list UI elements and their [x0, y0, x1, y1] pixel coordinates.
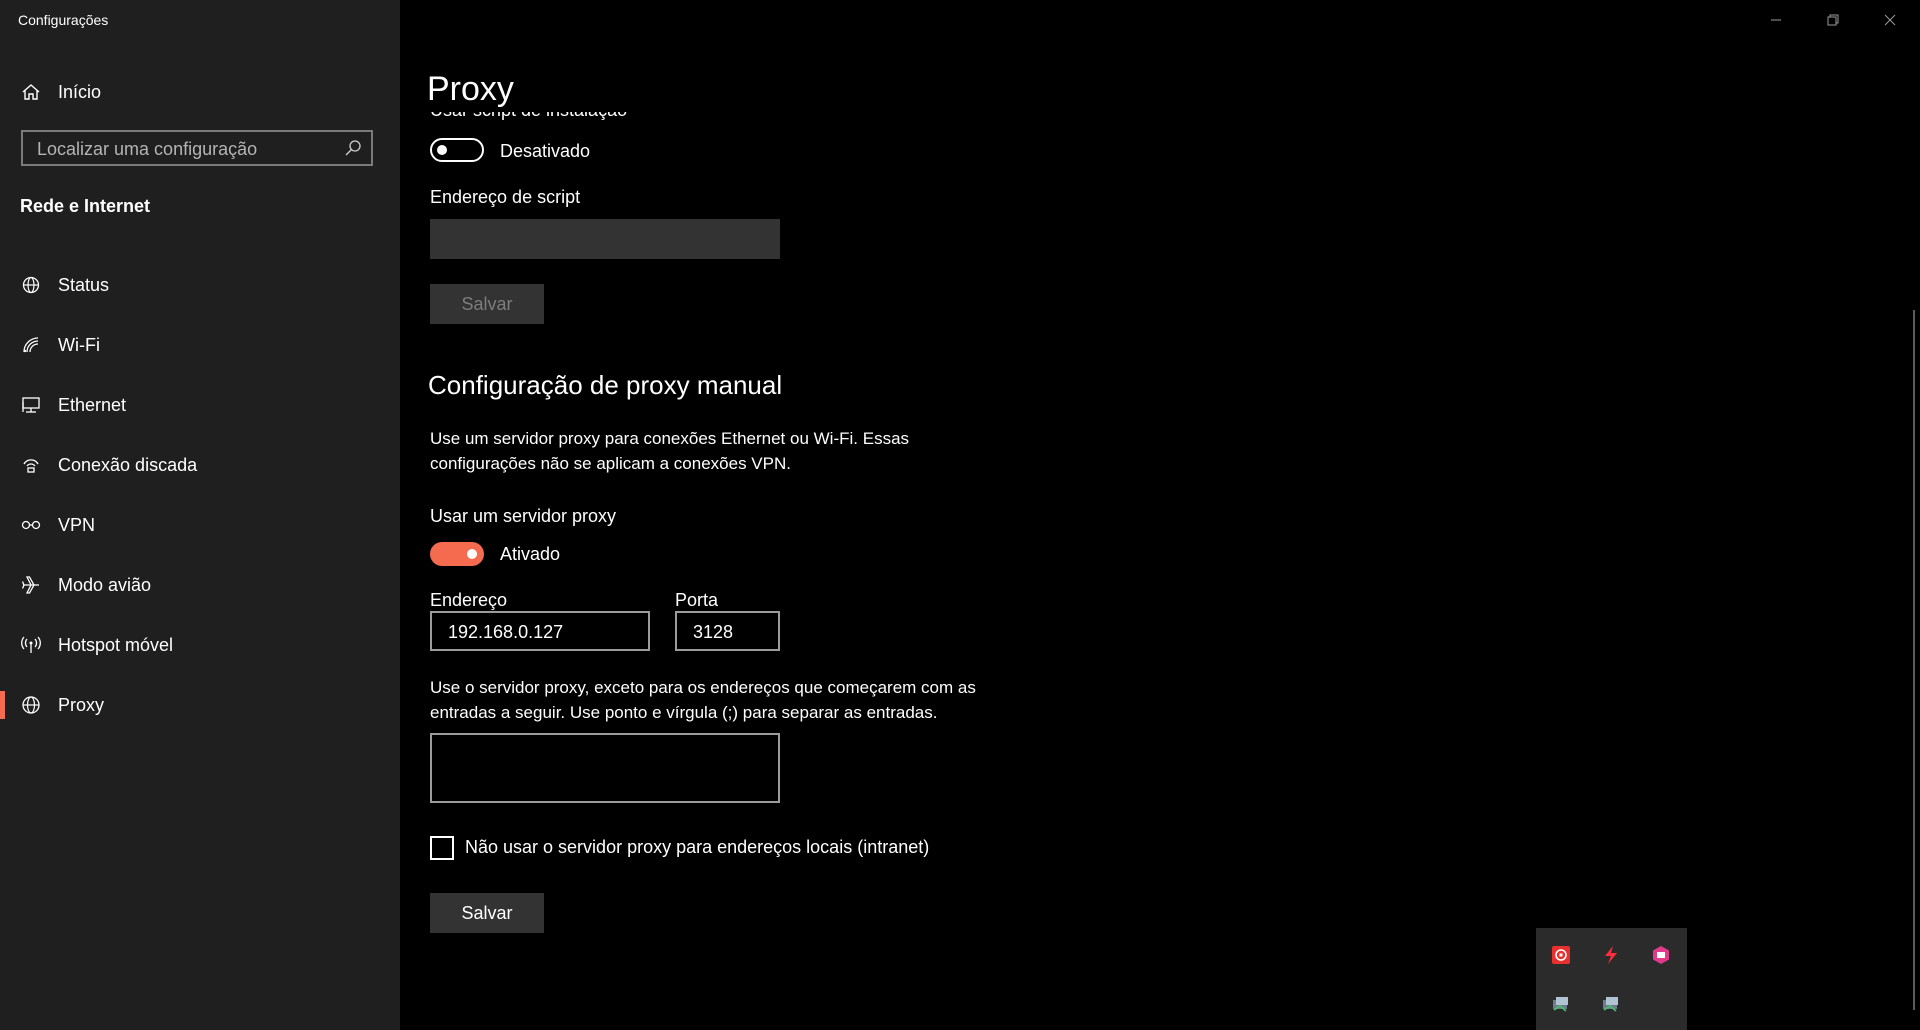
search-input[interactable]: [35, 132, 339, 166]
script-setup-label-text: Usar script de instalação: [430, 112, 627, 121]
page-title: Proxy: [427, 70, 514, 108]
manual-save-button[interactable]: Salvar: [430, 893, 544, 933]
use-proxy-label: Usar um servidor proxy: [430, 506, 617, 526]
local-addresses-label: Não usar o servidor proxy para endereços…: [465, 837, 930, 857]
network-app-icon-2[interactable]: [1599, 992, 1623, 1016]
proxy-port-label: Porta: [675, 590, 719, 610]
sidebar-item-airplane[interactable]: Modo avião: [0, 560, 400, 610]
sidebar-item-dialup[interactable]: Conexão discada: [0, 440, 400, 490]
close-icon: [1884, 14, 1896, 26]
section-title: Rede e Internet: [20, 196, 151, 216]
sidebar-item-status[interactable]: Status: [0, 260, 400, 310]
minimize-icon: [1771, 19, 1781, 21]
wifi-icon: [20, 334, 42, 356]
minimize-button[interactable]: [1748, 0, 1804, 40]
home-icon: [20, 81, 42, 103]
globe-icon: [20, 694, 42, 716]
vpn-icon: [20, 514, 42, 536]
sidebar-item-label: Ethernet: [58, 394, 127, 415]
sidebar-item-vpn[interactable]: VPN: [0, 500, 400, 550]
script-toggle-state: Desativado: [500, 141, 591, 161]
app-title: Configurações: [18, 12, 109, 28]
sidebar-item-label: Conexão discada: [58, 454, 198, 475]
script-address-field[interactable]: [430, 219, 780, 259]
script-save-button[interactable]: Salvar: [430, 284, 544, 324]
proxy-address-box[interactable]: [430, 611, 650, 651]
exceptions-description: Use o servidor proxy, exceto para os end…: [430, 678, 976, 722]
proxy-address-input[interactable]: [446, 613, 646, 651]
toggle-knob: [467, 549, 477, 559]
globe-status-icon: [20, 274, 42, 296]
exceptions-textarea[interactable]: [430, 733, 780, 803]
toggle-knob: [437, 145, 447, 155]
dialup-icon: [20, 454, 42, 476]
proxy-port-box[interactable]: [675, 611, 780, 651]
local-addresses-checkbox[interactable]: [430, 836, 454, 860]
sidebar-item-label: Wi-Fi: [58, 334, 100, 355]
airplane-icon: [20, 574, 42, 596]
sidebar-item-label: Status: [58, 274, 110, 295]
red-app-icon[interactable]: [1549, 943, 1573, 967]
use-proxy-toggle[interactable]: [430, 542, 484, 566]
ethernet-icon: [20, 394, 42, 416]
sidebar-item-home-label: Início: [58, 81, 102, 102]
close-button[interactable]: [1862, 0, 1918, 40]
sidebar-item-label: Hotspot móvel: [58, 634, 174, 655]
hotspot-icon: [20, 634, 42, 656]
script-address-label: Endereço de script: [430, 187, 581, 207]
sidebar-item-hotspot[interactable]: Hotspot móvel: [0, 620, 400, 670]
proxy-address-label: Endereço: [430, 590, 508, 610]
pink-app-icon[interactable]: [1649, 943, 1673, 967]
manual-proxy-description: Use um servidor proxy para conexões Ethe…: [430, 429, 910, 473]
sidebar-item-label: VPN: [58, 514, 96, 535]
manual-proxy-heading: Configuração de proxy manual: [428, 370, 783, 400]
restore-icon: [1827, 14, 1839, 26]
search-box[interactable]: [21, 130, 373, 166]
sidebar-item-proxy[interactable]: Proxy: [0, 680, 400, 730]
lightning-icon[interactable]: [1599, 943, 1623, 967]
sidebar: Configurações Início Rede e Internet Sta…: [0, 0, 400, 1030]
tray-overflow-popup: [1536, 928, 1687, 1030]
network-app-icon[interactable]: [1549, 992, 1573, 1016]
sidebar-item-label: Modo avião: [58, 574, 152, 595]
use-proxy-toggle-state: Ativado: [500, 544, 561, 564]
sidebar-item-home[interactable]: Início: [0, 70, 400, 114]
search-icon[interactable]: [343, 138, 363, 158]
proxy-port-input[interactable]: [691, 613, 776, 651]
sidebar-item-ethernet[interactable]: Ethernet: [0, 380, 400, 430]
scrollbar[interactable]: [1913, 310, 1915, 1010]
sidebar-item-label: Proxy: [58, 694, 105, 715]
script-setup-toggle[interactable]: [430, 138, 484, 162]
sidebar-item-wifi[interactable]: Wi-Fi: [0, 320, 400, 370]
restore-button[interactable]: [1805, 0, 1861, 40]
script-setup-label: Usar script de instalação: [430, 112, 830, 126]
